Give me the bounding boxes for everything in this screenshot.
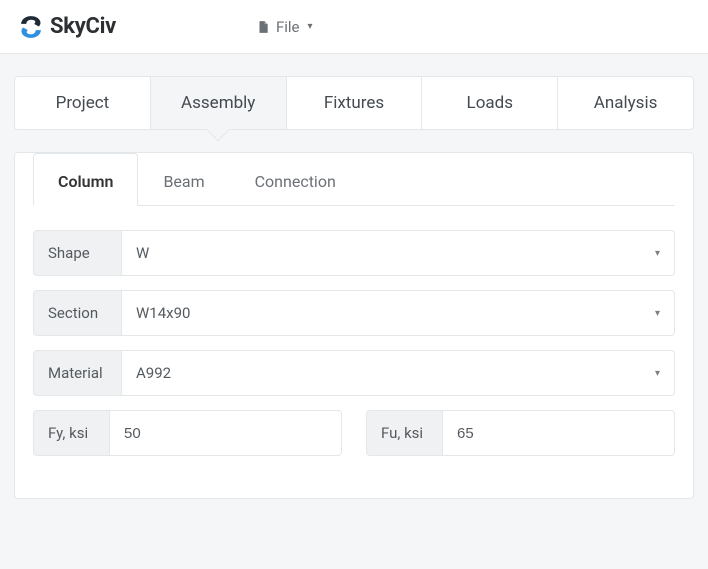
app-logo: SkyCiv xyxy=(18,14,116,40)
tab-label: Fixtures xyxy=(324,93,384,113)
sub-tabs: Column Beam Connection xyxy=(33,153,675,206)
tab-loads[interactable]: Loads xyxy=(422,77,558,129)
chevron-down-icon: ▾ xyxy=(655,368,660,379)
tab-label: Loads xyxy=(467,93,513,113)
tab-fixtures[interactable]: Fixtures xyxy=(287,77,423,129)
material-group: Material A992 ▾ xyxy=(33,350,675,396)
shape-group: Shape W ▾ xyxy=(33,230,675,276)
tab-analysis[interactable]: Analysis xyxy=(558,77,693,129)
subtab-label: Connection xyxy=(255,172,336,191)
chevron-down-icon: ▾ xyxy=(655,308,660,319)
tab-project[interactable]: Project xyxy=(15,77,151,129)
fy-label: Fy, ksi xyxy=(33,410,109,456)
shape-value: W xyxy=(136,244,655,262)
material-label: Material xyxy=(33,350,121,396)
tab-assembly[interactable]: Assembly xyxy=(151,77,287,129)
fy-group: Fy, ksi xyxy=(33,410,342,456)
assembly-panel: Column Beam Connection Shape W ▾ Section xyxy=(14,152,694,499)
subtab-connection[interactable]: Connection xyxy=(230,153,361,206)
fu-input[interactable] xyxy=(457,425,660,442)
section-label: Section xyxy=(33,290,121,336)
chevron-down-icon: ▾ xyxy=(307,21,312,32)
section-select[interactable]: W14x90 ▾ xyxy=(121,290,675,336)
material-value: A992 xyxy=(136,364,655,382)
file-menu[interactable]: File ▾ xyxy=(256,18,313,36)
tab-label: Assembly xyxy=(181,93,255,113)
logo-icon xyxy=(18,14,44,40)
chevron-down-icon: ▾ xyxy=(655,248,660,259)
material-select[interactable]: A992 ▾ xyxy=(121,350,675,396)
subtab-label: Beam xyxy=(163,172,204,191)
file-menu-label: File xyxy=(276,18,300,36)
fu-group: Fu, ksi xyxy=(366,410,675,456)
section-group: Section W14x90 ▾ xyxy=(33,290,675,336)
main-tabs: Project Assembly Fixtures Loads Analysis xyxy=(14,76,694,130)
subtab-beam[interactable]: Beam xyxy=(138,153,229,206)
shape-label: Shape xyxy=(33,230,121,276)
subtab-column[interactable]: Column xyxy=(33,153,138,206)
shape-select[interactable]: W ▾ xyxy=(121,230,675,276)
fu-input-wrap xyxy=(442,410,675,456)
fy-input-wrap xyxy=(109,410,342,456)
app-header: SkyCiv File ▾ xyxy=(0,0,708,54)
brand-name: SkyCiv xyxy=(50,14,116,39)
section-value: W14x90 xyxy=(136,304,655,322)
tab-label: Analysis xyxy=(594,93,658,113)
subtab-label: Column xyxy=(58,172,113,191)
fu-label: Fu, ksi xyxy=(366,410,442,456)
fy-input[interactable] xyxy=(124,425,327,442)
file-icon xyxy=(256,19,270,35)
tab-label: Project xyxy=(56,93,110,113)
page-body: Project Assembly Fixtures Loads Analysis… xyxy=(0,54,708,513)
